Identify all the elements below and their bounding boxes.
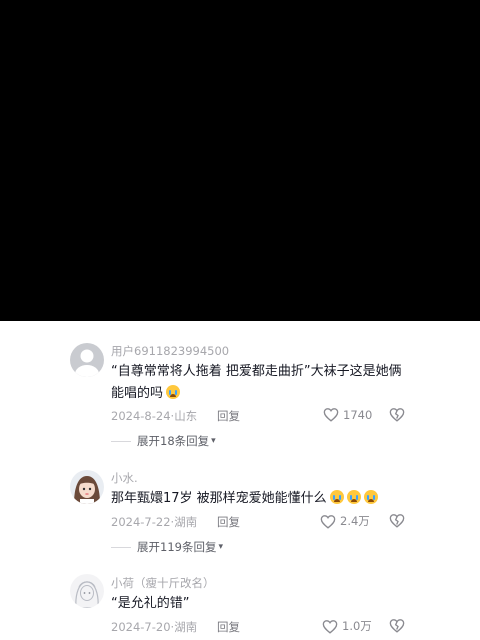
like-button[interactable]: 2.4万 xyxy=(320,513,370,529)
comment-text-content: “是允礼的错” xyxy=(111,596,190,611)
avatar[interactable] xyxy=(70,343,104,377)
chevron-down-icon: ▾ xyxy=(218,542,223,552)
expand-divider xyxy=(111,546,131,548)
dislike-button[interactable] xyxy=(389,618,405,637)
expand-replies-button[interactable]: 展开18条回复 ▾ xyxy=(111,433,216,449)
video-player-area[interactable] xyxy=(0,0,480,321)
comment-meta: 2024-8-24·山东 xyxy=(111,408,197,424)
broken-heart-icon xyxy=(389,619,405,633)
comment-meta: 2024-7-20·湖南 xyxy=(111,619,197,635)
heart-outline-icon xyxy=(322,619,338,634)
like-count: 1740 xyxy=(343,407,373,422)
comment-date: 2024-8-24 xyxy=(111,409,171,423)
comment-date: 2024-7-20 xyxy=(111,620,171,634)
reply-button[interactable]: 回复 xyxy=(217,408,240,424)
comment-location: 湖南 xyxy=(174,620,198,634)
crying-face-emoji-icon xyxy=(346,490,361,504)
expand-replies-label: 展开119条回复 xyxy=(137,540,217,554)
comment-date: 2024-7-22 xyxy=(111,515,171,529)
comment-text-content: “自尊常常将人拖着 把爱都走曲折”大袜子这是她俩能唱的吗 xyxy=(111,364,402,401)
like-count: 2.4万 xyxy=(340,514,370,528)
expand-replies-label: 展开18条回复 xyxy=(137,434,210,448)
broken-heart-icon xyxy=(389,408,405,422)
reply-button[interactable]: 回复 xyxy=(217,619,240,635)
dislike-button[interactable] xyxy=(389,407,405,426)
heart-outline-icon xyxy=(320,514,336,529)
like-button[interactable]: 1740 xyxy=(323,407,372,422)
avatar[interactable] xyxy=(70,470,104,504)
comment-text: “是允礼的错” xyxy=(111,593,411,615)
expand-divider xyxy=(111,440,131,442)
comment-meta: 2024-7-22·湖南 xyxy=(111,514,197,530)
comments-sheet: 用户6911823994500 “自尊常常将人拖着 把爱都走曲折”大袜子这是她俩… xyxy=(0,321,480,640)
dislike-button[interactable] xyxy=(389,513,405,532)
comment-location: 山东 xyxy=(174,409,198,423)
comment-username[interactable]: 小水. xyxy=(111,470,138,486)
comment-username[interactable]: 小荷（瘦十斤改名） xyxy=(111,575,215,591)
avatar[interactable] xyxy=(70,574,104,608)
chevron-down-icon: ▾ xyxy=(211,436,216,446)
like-button[interactable]: 1.0万 xyxy=(322,618,372,634)
heart-outline-icon xyxy=(323,408,339,422)
crying-face-emoji-icon xyxy=(363,490,378,504)
reply-button[interactable]: 回复 xyxy=(217,514,240,530)
comment-text: 那年甄嬛17岁 被那样宠爱她能懂什么 xyxy=(111,488,411,510)
comment-location: 湖南 xyxy=(174,515,198,529)
like-count: 1.0万 xyxy=(342,619,372,633)
comment-text-content: 那年甄嬛17岁 被那样宠爱她能懂什么 xyxy=(111,491,327,506)
comment-username[interactable]: 用户6911823994500 xyxy=(111,343,229,359)
expand-replies-button[interactable]: 展开119条回复 ▾ xyxy=(111,539,223,555)
crying-face-emoji-icon xyxy=(329,490,344,504)
comment-text: “自尊常常将人拖着 把爱都走曲折”大袜子这是她俩能唱的吗 xyxy=(111,361,411,405)
broken-heart-icon xyxy=(389,514,405,528)
crying-face-emoji-icon xyxy=(166,385,181,399)
